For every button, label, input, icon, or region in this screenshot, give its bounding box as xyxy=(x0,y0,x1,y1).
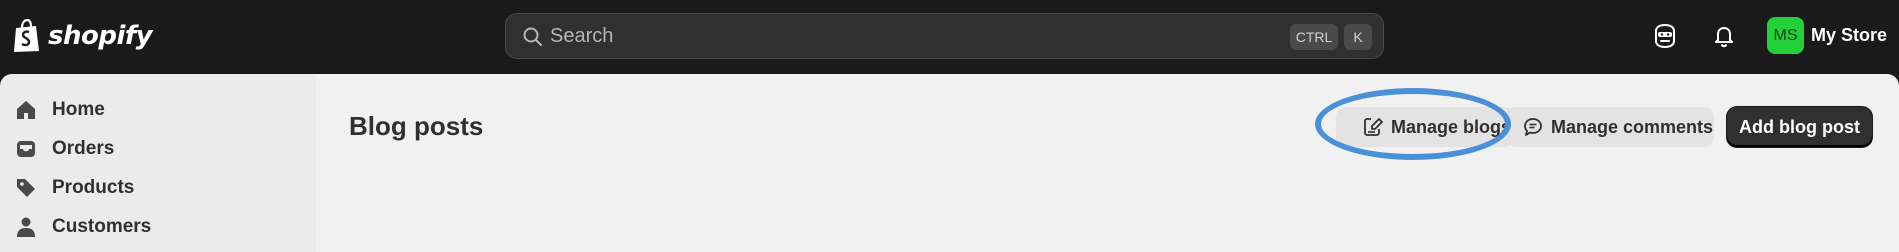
store-menu[interactable]: MS My Store xyxy=(1767,17,1887,54)
search-input[interactable]: Search xyxy=(550,25,613,48)
sidebar-item-label: Customers xyxy=(52,216,152,237)
sidebar-item-orders[interactable]: Orders xyxy=(14,134,114,164)
person-icon xyxy=(17,217,35,237)
tag-icon xyxy=(17,179,35,197)
manage-comments-label: Manage comments xyxy=(1551,116,1714,137)
add-blog-post-label: Add blog post xyxy=(1739,116,1860,137)
shortcut-ctrl-key: CTRL xyxy=(1290,24,1338,50)
avatar: MS xyxy=(1767,17,1804,54)
sidebar-item-home[interactable]: Home xyxy=(14,95,105,125)
store-name: My Store xyxy=(1811,25,1888,45)
shopify-bag-icon xyxy=(14,19,39,52)
inbox-icon xyxy=(17,141,35,157)
sidebar-item-label: Orders xyxy=(52,138,115,159)
sidebar-item-label: Home xyxy=(52,99,105,120)
add-blog-post-button[interactable]: Add blog post xyxy=(1727,107,1872,147)
search-bar[interactable]: Search CTRL K xyxy=(505,13,1384,59)
sidebar-item-products[interactable]: Products xyxy=(14,173,134,203)
comment-icon xyxy=(1524,118,1542,136)
manage-blogs-button[interactable]: Manage blogs xyxy=(1336,107,1514,147)
home-icon xyxy=(17,101,35,119)
page-title: Blog posts xyxy=(349,111,484,141)
brand-name: shopify xyxy=(48,21,153,51)
search-icon xyxy=(523,27,542,46)
main-content: Blog posts Manage blogs Manage comments … xyxy=(316,74,1899,252)
edit-document-icon xyxy=(1364,118,1383,136)
bell-icon[interactable] xyxy=(1710,22,1738,50)
manage-blogs-label: Manage blogs xyxy=(1391,116,1512,137)
sidebar-item-label: Products xyxy=(52,177,135,198)
shopify-logo[interactable]: shopify xyxy=(12,19,153,53)
top-bar: shopify Search CTRL K MS My Store xyxy=(0,0,1899,74)
sidebar: Home Orders Products Customers xyxy=(0,74,316,252)
sidebar-item-customers[interactable]: Customers xyxy=(14,212,151,242)
manage-comments-button[interactable]: Manage comments xyxy=(1506,107,1714,147)
shortcut-k-key: K xyxy=(1344,24,1372,50)
sidekick-icon[interactable] xyxy=(1651,22,1679,50)
